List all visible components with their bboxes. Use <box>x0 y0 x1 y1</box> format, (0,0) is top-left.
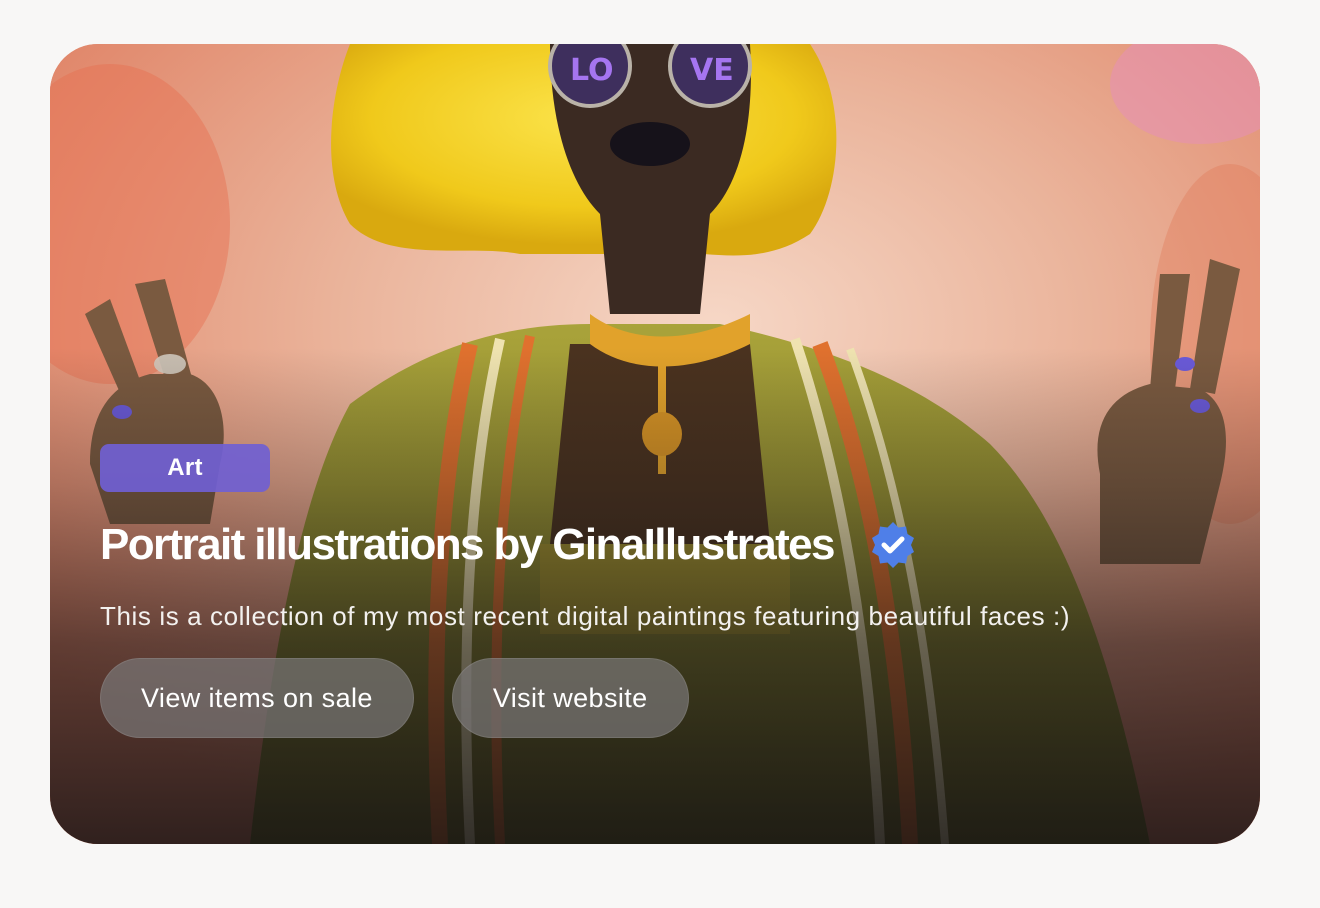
collection-info: Art Portrait illustrations by GinaIllust… <box>100 444 1200 738</box>
collection-description: This is a collection of my most recent d… <box>100 601 1071 631</box>
view-items-on-sale-button[interactable]: View items on sale <box>100 658 414 738</box>
collection-card[interactable]: LO VE Art Portrait il <box>50 44 1260 844</box>
visit-website-button[interactable]: Visit website <box>451 658 689 738</box>
collection-title: Portrait illustrations by GinaIllustrate… <box>100 520 836 569</box>
category-tag[interactable]: Art <box>100 444 270 492</box>
action-buttons: View items on sale Visit website <box>100 658 1200 738</box>
title-row: Portrait illustrations by GinaIllustrate… <box>100 518 1200 572</box>
verified-badge-icon <box>871 522 914 568</box>
